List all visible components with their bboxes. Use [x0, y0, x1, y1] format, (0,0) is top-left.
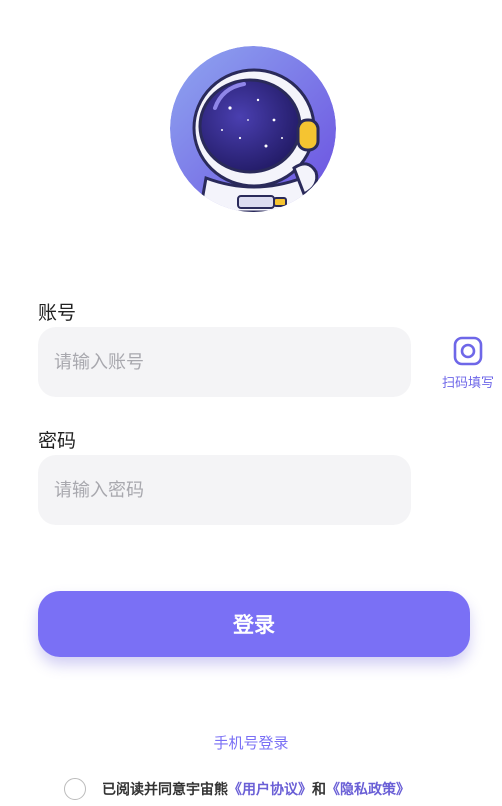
- agreement-checkbox[interactable]: [64, 778, 86, 800]
- scan-fill-button[interactable]: 扫码填写: [436, 336, 500, 391]
- agreement-prefix: 已阅读并同意宇宙熊: [102, 782, 228, 798]
- scan-label: 扫码填写: [441, 376, 494, 391]
- phone-login-link[interactable]: 手机号登录: [0, 732, 502, 753]
- agreement-row: 已阅读并同意宇宙熊 《用户协议》 和 《隐私政策》: [64, 778, 410, 800]
- password-input[interactable]: [52, 478, 411, 502]
- account-label: 账号: [38, 302, 77, 324]
- agreement-conjunction: 和: [312, 782, 326, 798]
- login-button[interactable]: 登录: [38, 591, 470, 657]
- user-agreement-link[interactable]: 《用户协议》: [228, 779, 312, 799]
- account-field-container: [38, 327, 411, 397]
- camera-icon: [453, 336, 483, 366]
- privacy-policy-link[interactable]: 《隐私政策》: [326, 779, 410, 799]
- password-label: 密码: [38, 430, 77, 452]
- password-field-container: [38, 455, 411, 525]
- account-input[interactable]: [52, 350, 411, 374]
- astronaut-avatar: [170, 46, 336, 212]
- login-page: 账号 扫码填写 密码 登录 手机号登录 已阅读并同意宇宙熊 《用户协议》 和 《…: [0, 0, 502, 806]
